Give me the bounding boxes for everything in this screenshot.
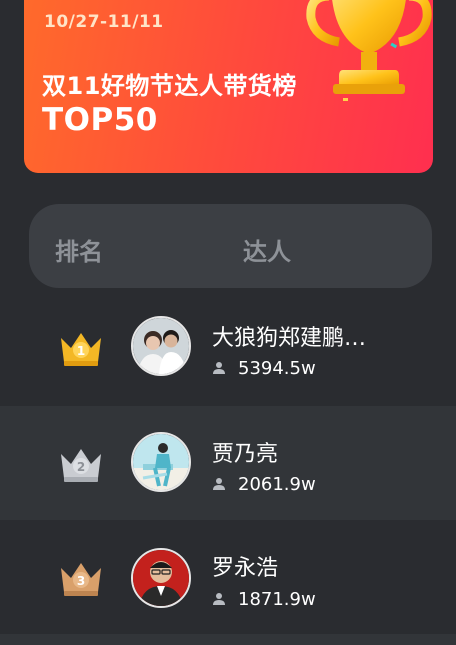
banner-subtitle: TOP50 [42,102,158,138]
promo-banner[interactable]: 10/27-11/11 双11好物节达人带货榜 TOP50 [24,0,433,173]
influencer-name: 大狼狗郑建鹏… [212,326,367,351]
fans-value: 2061.9w [238,473,316,495]
influencer-name: 罗永浩 [212,556,279,581]
ranking-row-3[interactable]: 3 罗永浩 1871.9w [0,520,456,636]
rank-number: 3 [77,574,85,588]
banner-date-range: 10/27-11/11 [44,12,164,32]
avatar[interactable] [131,316,191,376]
banner-title: 双11好物节达人带货榜 [42,72,297,100]
influencer-name: 贾乃亮 [212,442,279,467]
fans-count: 2061.9w [212,472,316,496]
ranking-row-2[interactable]: 2 贾乃亮 2061.9w [0,406,456,522]
bronze-crown-icon: 3 [61,563,101,596]
fans-value: 1871.9w [238,588,316,610]
silver-crown-icon: 2 [61,449,101,482]
avatar[interactable] [131,548,191,608]
header-rank-label: 排名 [55,238,103,266]
ranking-row-1[interactable]: 1 大狼狗郑建鹏… 5394.5w [0,290,456,406]
user-icon [213,362,225,374]
ranking-page: 10/27-11/11 双11好物节达人带货榜 TOP50 排名 达人 1 大狼… [0,0,456,645]
trophy-icon [306,0,432,101]
user-icon [213,478,225,490]
rank-number: 1 [77,344,85,358]
table-header: 排名 达人 [29,204,432,288]
fans-count: 5394.5w [212,356,316,380]
fans-value: 5394.5w [238,357,316,379]
gold-crown-icon: 1 [61,333,101,366]
avatar[interactable] [131,432,191,492]
user-icon [213,593,225,605]
fans-count: 1871.9w [212,587,316,611]
header-influencer-label: 达人 [243,238,291,266]
rank-number: 2 [77,460,85,474]
ranking-row-partial [0,634,456,645]
